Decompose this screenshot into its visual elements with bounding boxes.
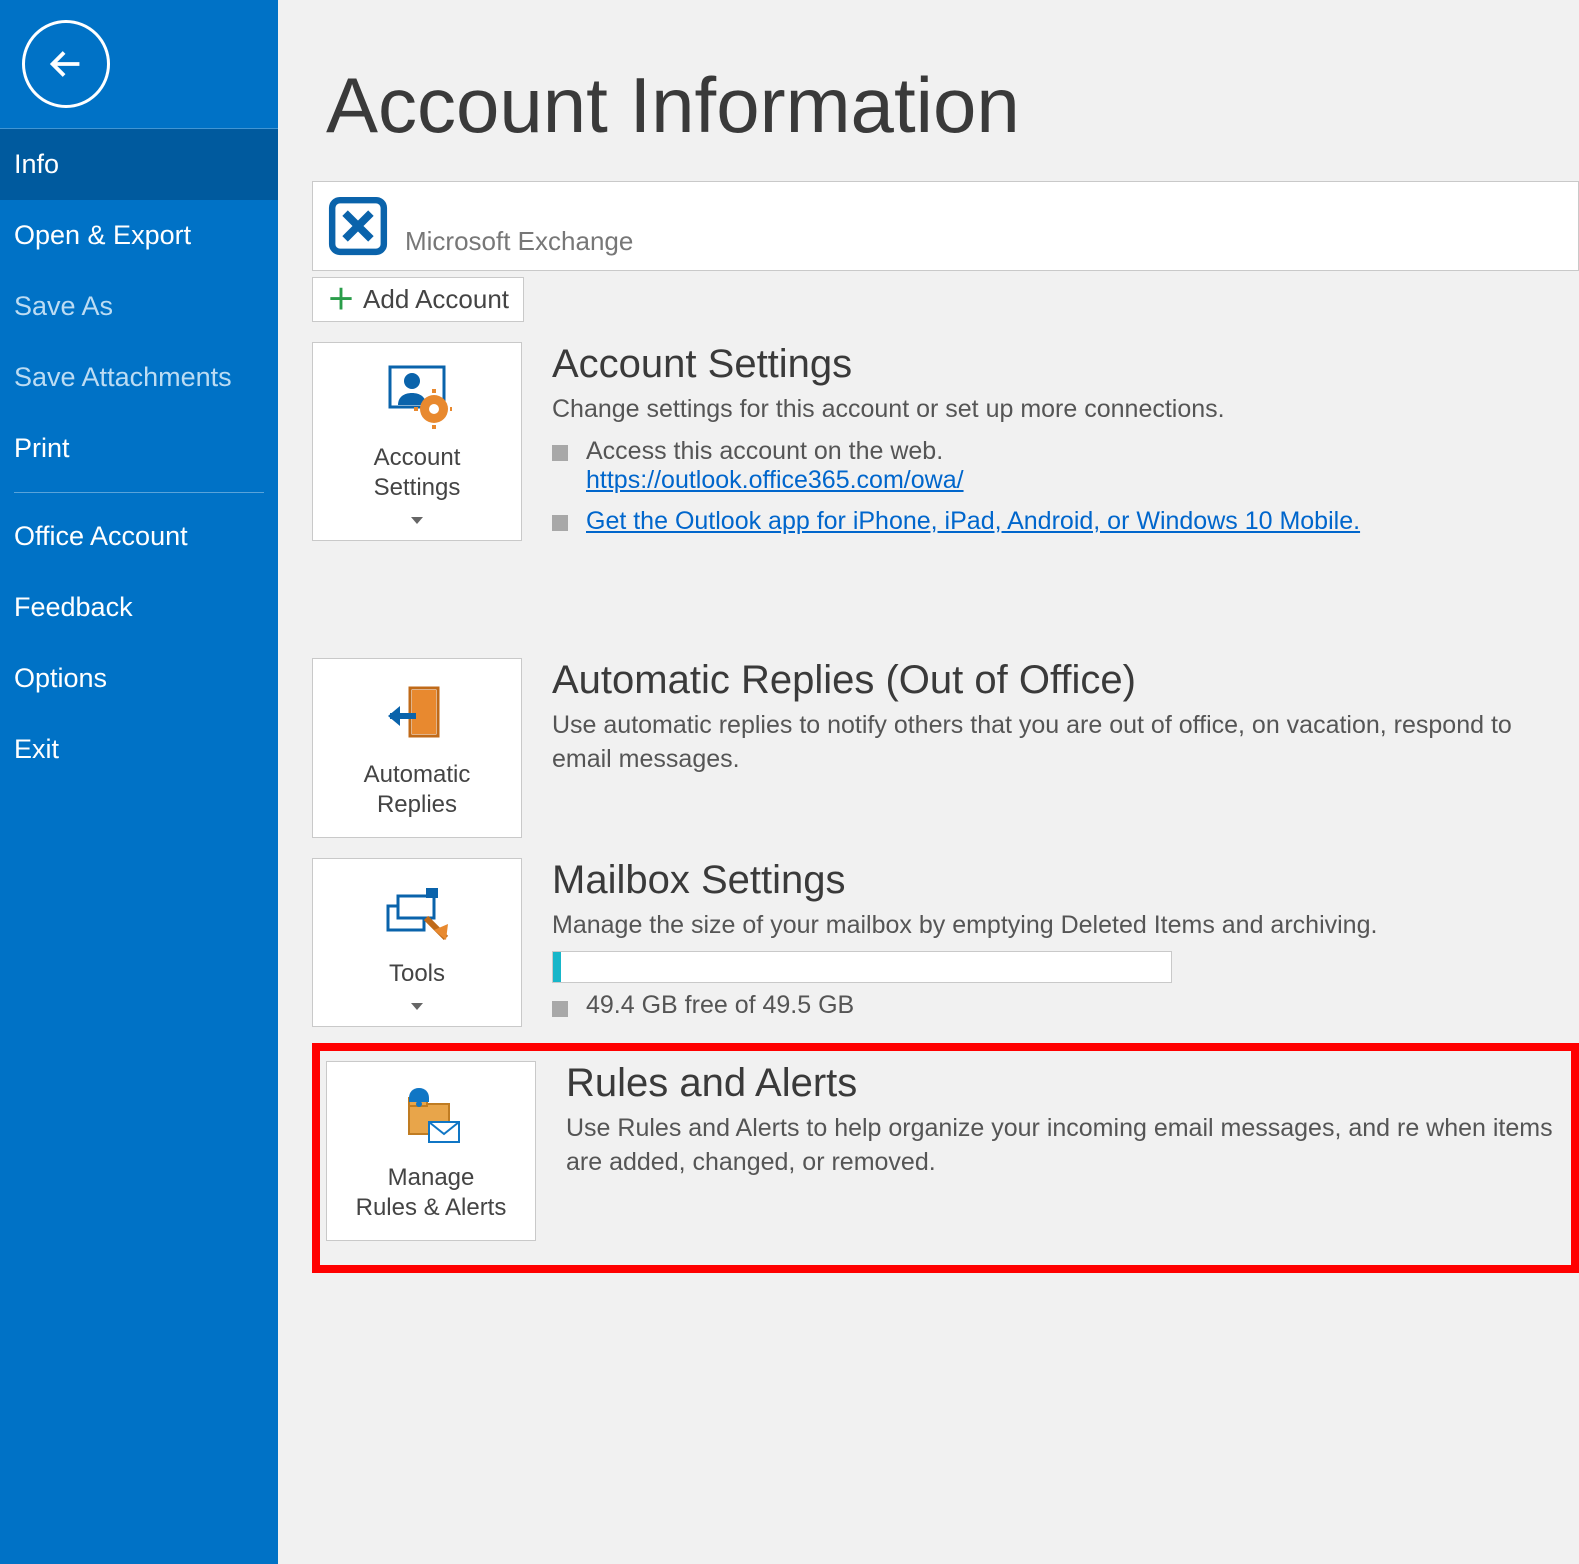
- storage-meter: [552, 951, 1172, 983]
- bullet-web-text: Access this account on the web.: [586, 437, 943, 465]
- nav-feedback[interactable]: Feedback: [0, 572, 278, 643]
- mailbox-settings-desc: Manage the size of your mailbox by empty…: [552, 909, 1569, 943]
- nav-print[interactable]: Print: [0, 413, 278, 484]
- automatic-replies-button[interactable]: AutomaticReplies: [312, 658, 522, 838]
- account-settings-title: Account Settings: [552, 342, 1569, 387]
- account-type: Microsoft Exchange: [405, 226, 633, 257]
- person-gear-icon: [382, 359, 452, 433]
- nav-save-attachments[interactable]: Save Attachments: [0, 342, 278, 413]
- bell-folder-envelope-icon: [395, 1079, 467, 1153]
- rules-alerts-title: Rules and Alerts: [566, 1061, 1561, 1106]
- rules-alerts-desc: Use Rules and Alerts to help organize yo…: [566, 1112, 1561, 1180]
- nav-office-account[interactable]: Office Account: [0, 501, 278, 572]
- square-bullet-icon: [552, 1001, 568, 1017]
- back-button[interactable]: [22, 20, 110, 108]
- arrow-left-icon: [43, 41, 89, 87]
- section-rules-alerts: ManageRules & Alerts Rules and Alerts Us…: [312, 1043, 1579, 1273]
- section-mailbox-settings: Tools Mailbox Settings Manage the size o…: [312, 858, 1579, 1027]
- storage-meter-fill: [553, 952, 561, 982]
- account-settings-label: AccountSettings: [374, 443, 461, 503]
- get-app-link[interactable]: Get the Outlook app for iPhone, iPad, An…: [586, 507, 1360, 535]
- backstage-nav: Info Open & Export Save As Save Attachme…: [0, 128, 278, 785]
- nav-exit[interactable]: Exit: [0, 714, 278, 785]
- square-bullet-icon: [552, 445, 568, 461]
- page-title: Account Information: [326, 60, 1579, 151]
- add-account-button[interactable]: ＋ Add Account: [312, 277, 524, 322]
- manage-rules-label: ManageRules & Alerts: [356, 1163, 507, 1223]
- chevron-down-icon: [411, 517, 423, 524]
- section-automatic-replies: AutomaticReplies Automatic Replies (Out …: [312, 658, 1579, 838]
- section-account-settings: AccountSettings Account Settings Change …: [312, 342, 1579, 548]
- bullet-web-access: Access this account on the web. https://…: [552, 437, 1569, 495]
- automatic-replies-desc: Use automatic replies to notify others t…: [552, 709, 1569, 777]
- chevron-down-icon: [411, 1003, 423, 1010]
- nav-options[interactable]: Options: [0, 643, 278, 714]
- nav-info[interactable]: Info: [0, 129, 278, 200]
- account-selector[interactable]: Microsoft Exchange: [312, 181, 1579, 271]
- nav-separator: [14, 492, 264, 493]
- backstage-sidebar: Info Open & Export Save As Save Attachme…: [0, 0, 278, 1564]
- storage-free-text: 49.4 GB free of 49.5 GB: [586, 991, 854, 1020]
- automatic-replies-title: Automatic Replies (Out of Office): [552, 658, 1569, 703]
- owa-link[interactable]: https://outlook.office365.com/owa/: [586, 466, 964, 494]
- nav-open-export[interactable]: Open & Export: [0, 200, 278, 271]
- mailbox-broom-icon: [382, 875, 452, 949]
- main-panel: Account Information Microsoft Exchange ＋…: [278, 0, 1579, 1564]
- account-settings-desc: Change settings for this account or set …: [552, 393, 1569, 427]
- manage-rules-button[interactable]: ManageRules & Alerts: [326, 1061, 536, 1241]
- plus-icon: ＋: [327, 286, 355, 314]
- account-settings-button[interactable]: AccountSettings: [312, 342, 522, 541]
- square-bullet-icon: [552, 515, 568, 531]
- add-account-label: Add Account: [363, 284, 509, 315]
- door-arrow-icon: [386, 676, 448, 750]
- tools-button[interactable]: Tools: [312, 858, 522, 1027]
- tools-label: Tools: [389, 959, 445, 989]
- exchange-icon: [327, 195, 389, 257]
- mailbox-settings-title: Mailbox Settings: [552, 858, 1569, 903]
- bullet-mobile-app: Get the Outlook app for iPhone, iPad, An…: [552, 507, 1569, 536]
- automatic-replies-label: AutomaticReplies: [364, 760, 471, 820]
- nav-save-as[interactable]: Save As: [0, 271, 278, 342]
